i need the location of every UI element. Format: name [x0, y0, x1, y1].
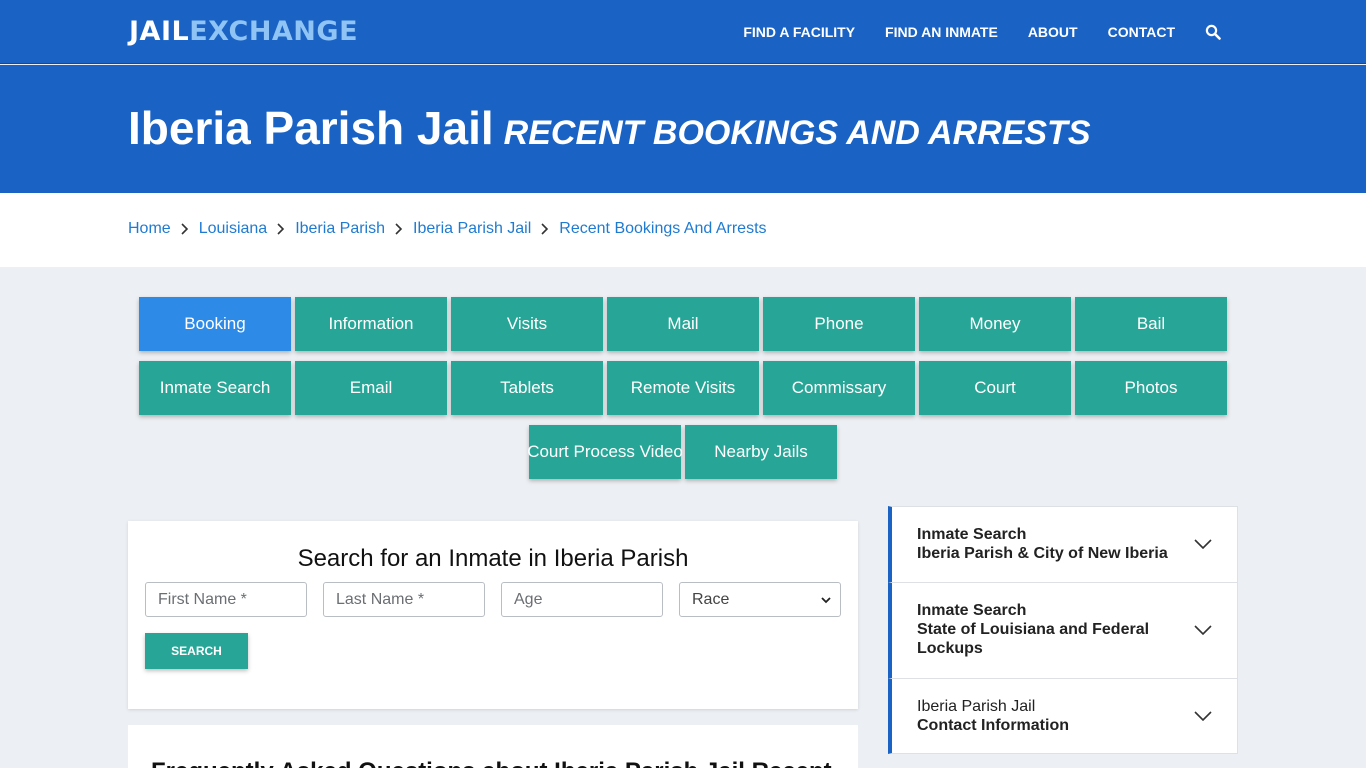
nav-find-inmate[interactable]: FIND AN INMATE	[885, 24, 998, 40]
hero-banner: Iberia Parish Jail RECENT BOOKINGS AND AR…	[0, 65, 1366, 193]
chevron-right-icon	[277, 223, 285, 235]
btn-court[interactable]: Court	[919, 361, 1071, 415]
faq-card: Frequently Asked Questions about Iberia …	[128, 725, 858, 768]
breadcrumb-iberia-parish-jail[interactable]: Iberia Parish Jail	[413, 220, 531, 238]
nav-about[interactable]: ABOUT	[1028, 24, 1078, 40]
search-icon[interactable]	[1205, 24, 1221, 40]
chevron-down-icon	[821, 597, 831, 604]
accordion-line3: Lockups	[917, 640, 983, 657]
accordion-line2: State of Louisiana and Federal	[917, 621, 1150, 638]
btn-information[interactable]: Information	[295, 297, 447, 351]
chevron-right-icon	[181, 223, 188, 235]
nav-contact[interactable]: CONTACT	[1108, 24, 1175, 40]
age-input[interactable]	[501, 582, 663, 617]
btn-inmate-search[interactable]: Inmate Search	[139, 361, 291, 415]
accordion-contact-information[interactable]: Iberia Parish Jail Contact Information	[888, 678, 1238, 754]
btn-phone[interactable]: Phone	[763, 297, 915, 351]
btn-money[interactable]: Money	[919, 297, 1071, 351]
page-title: Iberia Parish Jail RECENT BOOKINGS AND AR…	[128, 101, 1091, 155]
race-select[interactable]: Race	[679, 582, 841, 617]
chevron-down-icon[interactable]	[1194, 539, 1212, 549]
chevron-right-icon	[541, 223, 549, 235]
first-name-input[interactable]	[145, 582, 307, 617]
breadcrumb-bar: Home Louisiana Iberia Parish Iberia Pari…	[0, 193, 1366, 267]
accordion-line2: Contact Information	[917, 717, 1069, 734]
accordion-line1: Inmate Search	[917, 526, 1027, 543]
breadcrumb-iberia-parish[interactable]: Iberia Parish	[295, 220, 385, 238]
btn-email[interactable]: Email	[295, 361, 447, 415]
nav-find-facility[interactable]: FIND A FACILITY	[743, 24, 855, 40]
btn-mail[interactable]: Mail	[607, 297, 759, 351]
breadcrumb-recent-bookings[interactable]: Recent Bookings And Arrests	[559, 220, 766, 238]
btn-commissary[interactable]: Commissary	[763, 361, 915, 415]
accordion-label: Iberia Parish Jail Contact Information	[917, 697, 1069, 735]
inmate-search-title: Search for an Inmate in Iberia Parish	[297, 545, 689, 572]
faq-title: Frequently Asked Questions about Iberia …	[151, 758, 832, 768]
btn-nearby-jails[interactable]: Nearby Jails	[685, 425, 837, 479]
chevron-down-icon[interactable]	[1194, 625, 1212, 635]
btn-visits[interactable]: Visits	[451, 297, 603, 351]
top-navbar: JAILEXCHANGE FIND A FACILITY FIND AN INM…	[0, 0, 1366, 64]
chevron-down-icon[interactable]	[1194, 711, 1212, 721]
race-select-value: Race	[692, 590, 730, 608]
logo-part-exchange: EXCHANGE	[189, 16, 359, 47]
search-button[interactable]: SEARCH	[145, 633, 248, 669]
btn-tablets[interactable]: Tablets	[451, 361, 603, 415]
btn-remote-visits[interactable]: Remote Visits	[607, 361, 759, 415]
page-title-main: Iberia Parish Jail	[128, 102, 494, 154]
accordion-inmate-search-state[interactable]: Inmate Search State of Louisiana and Fed…	[888, 582, 1238, 678]
logo-part-jail: JAIL	[129, 16, 190, 47]
accordion-label: Inmate Search State of Louisiana and Fed…	[917, 601, 1149, 658]
accordion-line2: Iberia Parish & City of New Iberia	[917, 545, 1168, 562]
nav-links: FIND A FACILITY FIND AN INMATE ABOUT CON…	[713, 0, 1221, 64]
btn-court-process-video[interactable]: Court Process Video	[527, 425, 683, 479]
accordion-line1: Iberia Parish Jail	[917, 698, 1036, 715]
site-logo[interactable]: JAILEXCHANGE	[129, 15, 358, 49]
btn-bail[interactable]: Bail	[1075, 297, 1227, 351]
breadcrumb: Home Louisiana Iberia Parish Iberia Pari…	[128, 220, 767, 238]
accordion-line1: Inmate Search	[917, 602, 1027, 619]
accordion-inmate-search-parish[interactable]: Inmate Search Iberia Parish & City of Ne…	[888, 506, 1238, 582]
inmate-search-card: Search for an Inmate in Iberia Parish Ra…	[128, 521, 858, 709]
breadcrumb-home[interactable]: Home	[128, 220, 171, 238]
chevron-right-icon	[395, 223, 403, 235]
last-name-input[interactable]	[323, 582, 485, 617]
page-title-subtitle: RECENT BOOKINGS AND ARRESTS	[503, 114, 1091, 152]
btn-booking[interactable]: Booking	[139, 297, 291, 351]
breadcrumb-louisiana[interactable]: Louisiana	[199, 220, 268, 238]
accordion-label: Inmate Search Iberia Parish & City of Ne…	[917, 525, 1168, 563]
btn-photos[interactable]: Photos	[1075, 361, 1227, 415]
